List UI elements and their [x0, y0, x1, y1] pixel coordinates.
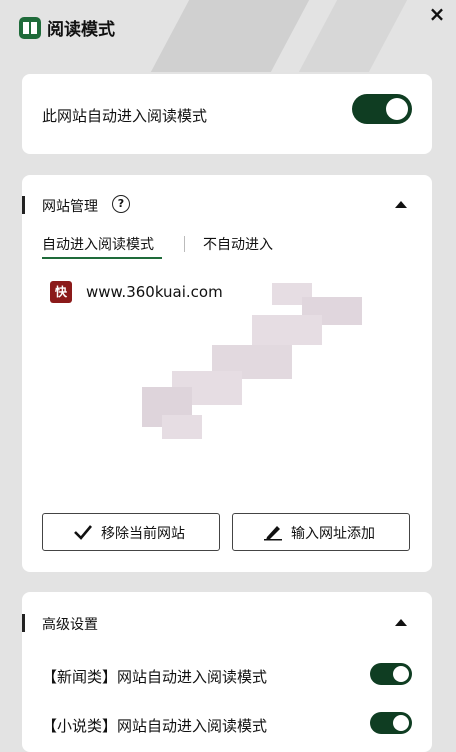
advanced-settings-title: 高级设置 — [42, 617, 98, 633]
news-auto-toggle[interactable] — [370, 663, 412, 685]
app-title: 阅读模式 — [47, 20, 115, 40]
section-marker — [22, 614, 25, 632]
novel-auto-toggle[interactable] — [370, 712, 412, 734]
collapse-icon[interactable] — [395, 619, 407, 626]
add-site-label: 输入网址添加 — [291, 526, 375, 542]
book-icon — [19, 17, 41, 39]
tab-divider — [184, 236, 185, 252]
auto-reader-label: 此网站自动进入阅读模式 — [42, 107, 208, 125]
check-icon — [74, 525, 92, 540]
news-auto-label: 【新闻类】网站自动进入阅读模式 — [42, 668, 268, 686]
remove-site-button[interactable]: 移除当前网站 — [42, 513, 220, 551]
section-marker — [22, 196, 25, 214]
header: 阅读模式 × — [0, 0, 456, 56]
pen-icon — [264, 526, 282, 541]
site-management-title: 网站管理 — [42, 199, 98, 215]
tab-active-indicator — [42, 257, 162, 259]
collapse-icon[interactable] — [395, 201, 407, 208]
site-favicon: 快 — [50, 281, 72, 303]
tab-auto-enter[interactable]: 自动进入阅读模式 — [42, 234, 154, 254]
add-site-button[interactable]: 输入网址添加 — [232, 513, 410, 551]
toggle-knob — [386, 98, 408, 120]
remove-site-label: 移除当前网站 — [101, 526, 185, 542]
auto-reader-toggle[interactable] — [352, 94, 412, 124]
toggle-knob — [393, 715, 409, 731]
close-icon[interactable]: × — [426, 3, 448, 25]
novel-auto-label: 【小说类】网站自动进入阅读模式 — [42, 717, 268, 735]
help-icon[interactable]: ? — [112, 195, 130, 213]
site-management-card: 网站管理 ? 自动进入阅读模式 不自动进入 快 www.360kuai.com … — [22, 175, 432, 572]
auto-reader-card: 此网站自动进入阅读模式 — [22, 74, 432, 154]
advanced-settings-card: 高级设置 【新闻类】网站自动进入阅读模式 【小说类】网站自动进入阅读模式 — [22, 592, 432, 752]
tab-no-auto-enter[interactable]: 不自动进入 — [203, 234, 273, 254]
watermark-image — [142, 275, 372, 445]
toggle-knob — [393, 666, 409, 682]
